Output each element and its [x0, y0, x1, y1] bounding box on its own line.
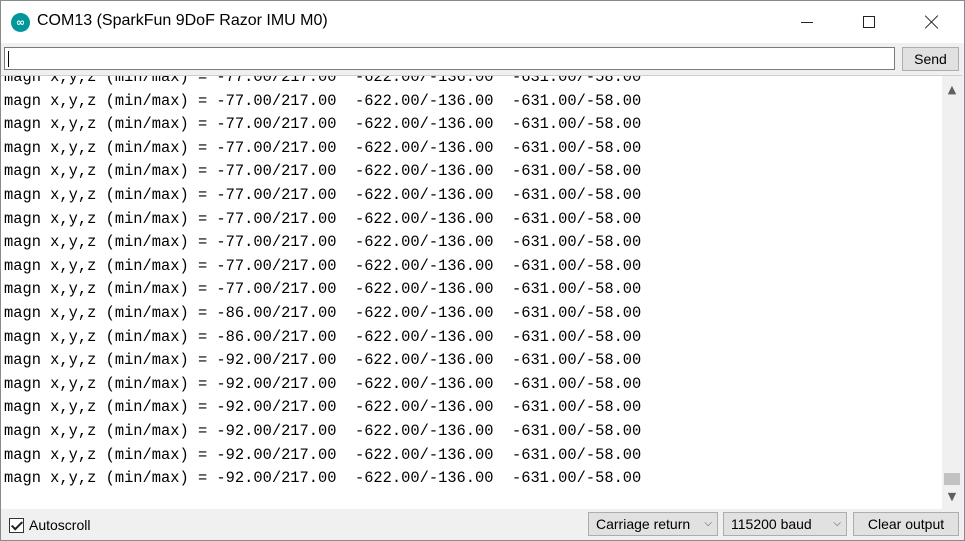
minimize-button[interactable]	[784, 1, 830, 43]
vertical-scrollbar[interactable]: ▲ ▼	[942, 75, 962, 510]
output-line: magn x,y,z (min/max) = -86.00/217.00 -62…	[4, 327, 642, 346]
output-line: magn x,y,z (min/max) = -77.00/217.00 -62…	[4, 280, 642, 299]
chevron-down-icon: ⌵	[833, 518, 841, 529]
output-line: magn x,y,z (min/max) = -92.00/217.00 -62…	[4, 351, 642, 370]
output-line: magn x,y,z (min/max) = -77.00/217.00 -62…	[4, 115, 642, 134]
chevron-down-icon: ⌵	[704, 518, 712, 529]
chevron-down-icon[interactable]: ▼	[942, 488, 962, 505]
close-icon	[925, 15, 939, 29]
scroll-thumb[interactable]	[944, 473, 960, 485]
baud-rate-select[interactable]: 115200 baud ⌵	[723, 512, 847, 536]
clear-output-button[interactable]: Clear output	[853, 512, 959, 536]
serial-output[interactable]: magn x,y,z (min/max) = -77.00/217.00 -62…	[1, 75, 942, 510]
status-bar: Autoscroll Carriage return ⌵ 115200 baud…	[1, 509, 964, 540]
output-line: magn x,y,z (min/max) = -77.00/217.00 -62…	[4, 256, 642, 275]
output-line: magn x,y,z (min/max) = -77.00/217.00 -62…	[4, 162, 642, 181]
output-line: magn x,y,z (min/max) = -92.00/217.00 -62…	[4, 469, 642, 488]
output-line: magn x,y,z (min/max) = -92.00/217.00 -62…	[4, 445, 642, 464]
autoscroll-label: Autoscroll	[29, 517, 91, 533]
close-button[interactable]	[909, 1, 955, 43]
output-line: magn x,y,z (min/max) = -86.00/217.00 -62…	[4, 303, 642, 322]
autoscroll-toggle[interactable]: Autoscroll	[9, 516, 90, 534]
output-line: magn x,y,z (min/max) = -77.00/217.00 -62…	[4, 91, 642, 110]
output-line: magn x,y,z (min/max) = -92.00/217.00 -62…	[4, 421, 642, 440]
output-line: magn x,y,z (min/max) = -92.00/217.00 -62…	[4, 374, 642, 393]
title-bar[interactable]: ∞ COM13 (SparkFun 9DoF Razor IMU M0)	[1, 1, 964, 43]
send-row: Send	[1, 43, 964, 75]
minimize-icon	[801, 21, 813, 23]
serial-input[interactable]	[4, 47, 895, 70]
serial-monitor-window: ∞ COM13 (SparkFun 9DoF Razor IMU M0) Sen…	[0, 0, 965, 541]
send-button[interactable]: Send	[902, 47, 959, 71]
output-line: magn x,y,z (min/max) = -77.00/217.00 -62…	[4, 209, 642, 228]
baud-rate-value: 115200 baud	[731, 516, 812, 532]
output-lines: magn x,y,z (min/max) = -77.00/217.00 -62…	[4, 75, 642, 491]
window-title: COM13 (SparkFun 9DoF Razor IMU M0)	[37, 12, 328, 29]
line-ending-select[interactable]: Carriage return ⌵	[588, 512, 718, 536]
autoscroll-checkbox[interactable]	[9, 517, 24, 533]
output-line: magn x,y,z (min/max) = -92.00/217.00 -62…	[4, 398, 642, 417]
output-line: magn x,y,z (min/max) = -77.00/217.00 -62…	[4, 75, 642, 86]
output-line: magn x,y,z (min/max) = -77.00/217.00 -62…	[4, 185, 642, 204]
output-line: magn x,y,z (min/max) = -77.00/217.00 -62…	[4, 138, 642, 157]
output-line: magn x,y,z (min/max) = -77.00/217.00 -62…	[4, 233, 642, 252]
line-ending-value: Carriage return	[596, 516, 691, 532]
maximize-icon	[863, 16, 875, 28]
maximize-button[interactable]	[846, 1, 892, 43]
chevron-up-icon[interactable]: ▲	[942, 81, 962, 98]
text-caret	[8, 51, 9, 67]
arduino-icon: ∞	[11, 13, 30, 32]
